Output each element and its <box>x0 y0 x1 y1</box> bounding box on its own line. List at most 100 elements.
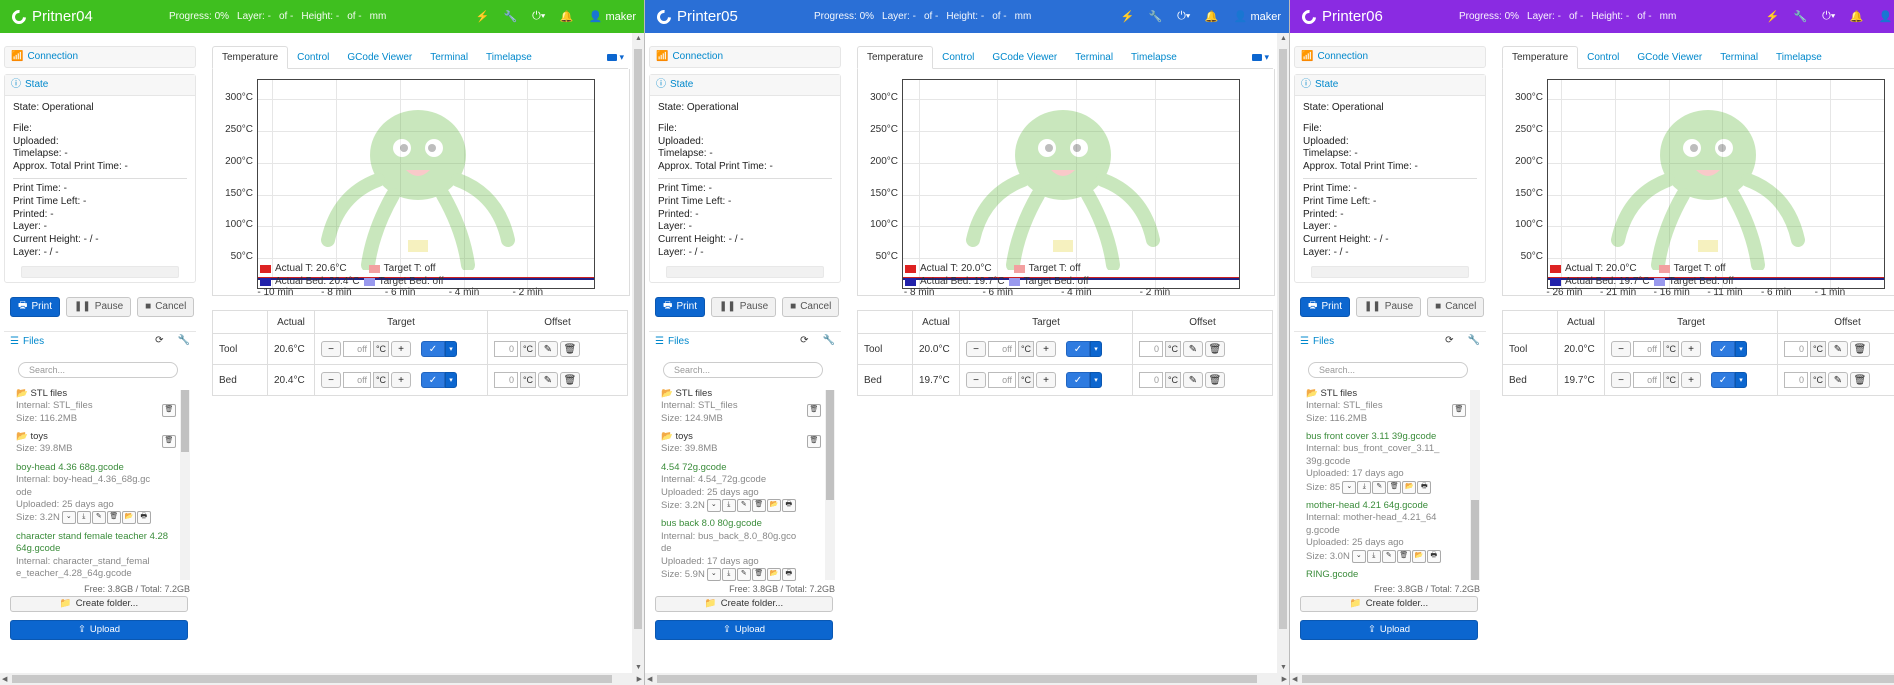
pause-button[interactable]: ❚❚ Pause <box>66 296 132 317</box>
offset-input[interactable]: 0 <box>494 341 518 357</box>
pencil-icon[interactable]: ✎ <box>1372 480 1387 494</box>
files-scrollbar[interactable] <box>1470 389 1480 580</box>
files-scrollbar-thumb[interactable] <box>181 389 189 452</box>
target-input[interactable]: off <box>988 341 1016 357</box>
window-horizontal-scrollbar-thumb[interactable] <box>657 675 1257 683</box>
scroll-right-icon[interactable]: ▶ <box>1282 675 1287 683</box>
plus-icon[interactable]: + <box>391 372 411 388</box>
download-icon[interactable]: ⤓ <box>1357 480 1372 494</box>
files-search-input[interactable]: Search... <box>1308 361 1468 378</box>
connection-header[interactable]: 📶 Connection <box>649 46 841 68</box>
file-item[interactable]: bus back 8.0 80g.gcode Internal: bus_back… <box>655 516 835 582</box>
bell-icon[interactable]: 🔔 <box>1843 0 1871 33</box>
wrench-icon[interactable]: 🔧 <box>823 335 835 346</box>
check-icon[interactable]: ✓ <box>421 341 445 357</box>
pencil-icon[interactable]: ✎ <box>1183 372 1203 388</box>
download-icon[interactable]: ⤓ <box>76 511 91 525</box>
file-item[interactable]: boy-head 4.36 68g.gcode Internal: boy-hea… <box>10 460 190 529</box>
target-input[interactable]: off <box>343 341 371 357</box>
window-vertical-scrollbar[interactable]: ▲ ▼ <box>632 33 644 673</box>
tab-control[interactable]: Control <box>1578 47 1628 68</box>
tab-gcode-viewer[interactable]: GCode Viewer <box>1628 47 1711 68</box>
file-item[interactable]: character stand female teacher 4.28 64g.… <box>10 529 190 582</box>
tab-options[interactable]: ▾ <box>607 52 624 63</box>
files-header[interactable]: ☰ Files ⟳ 🔧 <box>1294 330 1486 352</box>
check-icon[interactable]: ✓ <box>1066 341 1090 357</box>
chevron-down-icon[interactable]: ⌄ <box>1351 549 1366 563</box>
plus-icon[interactable]: + <box>1681 341 1701 357</box>
scroll-down-icon[interactable]: ▼ <box>635 664 642 671</box>
chevron-down-icon[interactable]: ⌄ <box>706 568 721 582</box>
tab-control[interactable]: Control <box>288 47 338 68</box>
pencil-icon[interactable]: ✎ <box>736 568 751 582</box>
scroll-left-icon[interactable]: ◀ <box>647 675 652 683</box>
offset-input[interactable]: 0 <box>1784 341 1808 357</box>
wrench-icon[interactable]: 🔧 <box>1468 335 1480 346</box>
target-input[interactable]: off <box>1633 372 1661 388</box>
brand[interactable]: Printer05 <box>645 6 810 27</box>
trash-icon[interactable]: 🗑 <box>1205 341 1225 357</box>
files-scrollbar-thumb[interactable] <box>1471 499 1479 580</box>
folder-item[interactable]: 📂 STL files Internal: STL_files Size: 116.… <box>10 386 190 429</box>
plus-icon[interactable]: + <box>1036 341 1056 357</box>
folder-item[interactable]: 📂 toys Size: 39.8MB 🗑 <box>655 429 835 460</box>
trash-icon[interactable]: 🗑 <box>106 511 121 525</box>
scroll-left-icon[interactable]: ◀ <box>1292 675 1297 683</box>
bolt-icon[interactable]: ⚡ <box>1114 0 1142 33</box>
trash-icon[interactable]: 🗑 <box>162 434 176 448</box>
trash-icon[interactable]: 🗑 <box>1396 549 1411 563</box>
trash-icon[interactable]: 🗑 <box>1850 341 1870 357</box>
pencil-icon[interactable]: ✎ <box>1183 341 1203 357</box>
refresh-icon[interactable]: ⟳ <box>1445 335 1453 346</box>
download-icon[interactable]: ⤓ <box>721 499 736 513</box>
pause-button[interactable]: ❚❚ Pause <box>711 296 777 317</box>
minus-icon[interactable]: − <box>321 372 341 388</box>
check-icon[interactable]: ✓ <box>421 372 445 388</box>
print-button[interactable]: 🖶 Print <box>655 296 706 317</box>
trash-icon[interactable]: 🗑 <box>751 568 766 582</box>
create-folder-button[interactable]: 📁 Create folder... <box>1300 595 1478 612</box>
offset-input[interactable]: 0 <box>1784 372 1808 388</box>
chevron-down-icon[interactable]: ⌄ <box>61 511 76 525</box>
plus-icon[interactable]: + <box>1681 372 1701 388</box>
create-folder-button[interactable]: 📁 Create folder... <box>10 595 188 612</box>
caret-down-icon[interactable]: ▾ <box>1735 372 1747 388</box>
print-icon[interactable]: 🖶 <box>1426 549 1441 563</box>
print-button[interactable]: 🖶 Print <box>10 296 61 317</box>
minus-icon[interactable]: − <box>1611 341 1631 357</box>
minus-icon[interactable]: − <box>1611 372 1631 388</box>
state-header[interactable]: ⓘ State <box>650 75 840 96</box>
state-header[interactable]: ⓘ State <box>5 75 195 96</box>
pencil-icon[interactable]: ✎ <box>1828 341 1848 357</box>
tab-gcode-viewer[interactable]: GCode Viewer <box>338 47 421 68</box>
pencil-icon[interactable]: ✎ <box>736 499 751 513</box>
window-horizontal-scrollbar[interactable]: ◀ ▶ <box>0 673 644 685</box>
target-input[interactable]: off <box>1633 341 1661 357</box>
trash-icon[interactable]: 🗑 <box>1387 480 1402 494</box>
wrench-icon[interactable]: 🔧 <box>178 335 190 346</box>
offset-input[interactable]: 0 <box>1139 341 1163 357</box>
brand[interactable]: Pritner04 <box>0 6 165 27</box>
connection-header[interactable]: 📶 Connection <box>1294 46 1486 68</box>
folder-item[interactable]: 📂 STL files Internal: STL_files Size: 116.… <box>1300 386 1480 429</box>
tab-timelapse[interactable]: Timelapse <box>1767 47 1831 68</box>
minus-icon[interactable]: − <box>966 372 986 388</box>
trash-icon[interactable]: 🗑 <box>807 434 821 448</box>
upload-button[interactable]: ⇪ Upload <box>1300 619 1478 640</box>
check-icon[interactable]: ✓ <box>1066 372 1090 388</box>
folder-open-icon[interactable]: 📂 <box>121 511 136 525</box>
file-item[interactable]: mother-head 4.21 64g.gcode Internal: moth… <box>1300 498 1480 567</box>
files-header[interactable]: ☰ Files ⟳ 🔧 <box>4 330 196 352</box>
caret-down-icon[interactable]: ▾ <box>445 341 457 357</box>
wrench-icon[interactable]: 🔧 <box>1787 0 1815 33</box>
folder-open-icon[interactable]: 📂 <box>766 568 781 582</box>
print-icon[interactable]: 🖶 <box>781 499 796 513</box>
folder-item[interactable]: 📂 STL files Internal: STL_files Size: 124.… <box>655 386 835 429</box>
print-icon[interactable]: 🖶 <box>136 511 151 525</box>
upload-button[interactable]: ⇪ Upload <box>655 619 833 640</box>
trash-icon[interactable]: 🗑 <box>1850 372 1870 388</box>
chevron-down-icon[interactable]: ⌄ <box>1342 480 1357 494</box>
caret-down-icon[interactable]: ▾ <box>1090 341 1102 357</box>
check-icon[interactable]: ✓ <box>1711 341 1735 357</box>
scroll-up-icon[interactable]: ▲ <box>1280 35 1287 42</box>
